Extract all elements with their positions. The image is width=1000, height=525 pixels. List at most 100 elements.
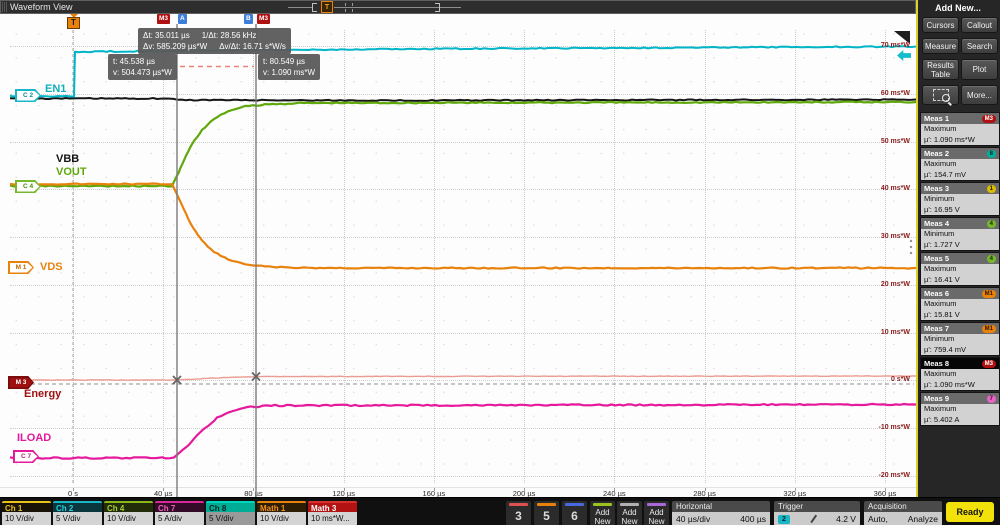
overview-trigger-marker[interactable]: T	[321, 1, 333, 13]
callout-button[interactable]: Callout	[961, 17, 998, 33]
meas-card[interactable]: Meas 8M3Maximumµ': 1.090 ms*W	[920, 357, 1000, 391]
vout-label[interactable]: VOUT	[56, 166, 87, 178]
trigger-settings[interactable]: Trigger 2 4.2 V	[774, 501, 860, 525]
panel-drag-handle[interactable]	[909, 238, 913, 256]
meas-card[interactable]: Meas 7M1Minimumµ': 759.4 mV	[920, 322, 1000, 356]
x-gridline	[344, 30, 345, 483]
meas-card[interactable]: Meas 54Maximumµ': 16.41 V	[920, 252, 1000, 286]
meas-card-body: Maximumµ': 1.090 ms*W	[921, 369, 999, 390]
x-tick-mark	[795, 488, 796, 491]
measure-button[interactable]: Measure	[922, 38, 959, 54]
meas-name: Meas 3	[924, 184, 949, 193]
channel-7-tag[interactable]: C 7	[13, 450, 39, 463]
cursor-a-flag[interactable]: A	[178, 14, 187, 24]
cursor-delta-readout: Δt: 35.011 µs1/Δt: 28.56 kHz Δv: 585.209…	[138, 28, 291, 54]
y-tick-label: 40 ms*W	[856, 185, 910, 192]
ready-status-button[interactable]: Ready	[946, 502, 994, 522]
trigger-source-badge[interactable]: 2	[778, 515, 790, 524]
meas-source-badge: 7	[987, 395, 996, 403]
plot-button[interactable]: Plot	[961, 59, 998, 80]
math-1-tag[interactable]: M 1	[8, 261, 34, 274]
add-new-header: Add New...	[918, 3, 998, 13]
meas-card[interactable]: Meas 28Maximumµ': 154.7 mV	[920, 147, 1000, 181]
y-tick-label: 70 ms*W	[856, 42, 910, 49]
x-gridline	[795, 30, 796, 483]
zoom-area-button[interactable]	[922, 85, 959, 105]
iload-label[interactable]: ILOAD	[17, 432, 51, 444]
meas-card-header: Meas 7M1	[921, 323, 999, 334]
cursor-a-source-flag[interactable]: M3	[157, 14, 170, 24]
overview-right-bracket[interactable]	[435, 3, 440, 12]
meas-value: µ': 15.81 V	[924, 310, 996, 321]
channel-badge-ch4[interactable]: Ch 410 V/div	[104, 501, 153, 525]
trigger-marker[interactable]: T	[67, 17, 80, 29]
channel-4-tag[interactable]: C 4	[15, 180, 41, 193]
channel-name: Ch 4	[104, 501, 153, 512]
waveform-view-titlebar[interactable]: Waveform View T	[0, 0, 916, 14]
meas-card[interactable]: Meas 6M1Maximumµ': 15.81 V	[920, 287, 1000, 321]
meas-card[interactable]: Meas 1M3Maximumµ': 1.090 ms*W	[920, 112, 1000, 146]
meas-function: Maximum	[924, 369, 996, 380]
cursor-b-time: t: 80.549 µs	[263, 56, 315, 67]
en1-label[interactable]: EN1	[45, 83, 66, 95]
overview-line	[334, 7, 461, 8]
results-table-button[interactable]: Results Table	[922, 59, 959, 80]
cursor-b-source-flag[interactable]: M3	[257, 14, 270, 24]
inactive-channel-slot-3[interactable]: 3	[506, 501, 531, 525]
cursor-b-flag[interactable]: B	[244, 14, 253, 24]
inactive-channel-slot-5[interactable]: 5	[534, 501, 559, 525]
cursor-a-value: v: 504.473 µs*W	[113, 67, 172, 78]
delta-v-value: Δv: 585.209 µs*W	[143, 41, 207, 52]
channel-badge-m3[interactable]: Math 310 ms*W...	[308, 501, 357, 525]
cursors-button[interactable]: Cursors	[922, 17, 959, 33]
meas-source-badge: M3	[982, 360, 996, 368]
vbb-label[interactable]: VBB	[56, 153, 79, 165]
y-tick-label: -10 ms*W	[856, 424, 910, 431]
titlebar-grip-icon[interactable]	[2, 2, 7, 12]
overview-cursor-tick	[352, 3, 353, 12]
horizontal-settings[interactable]: Horizontal 40 µs/div 400 µs	[672, 501, 770, 525]
y-tick-label: 30 ms*W	[856, 233, 910, 240]
meas-source-badge: 4	[987, 255, 996, 263]
meas-name: Meas 4	[924, 219, 949, 228]
channel-2-tag[interactable]: C 2	[15, 89, 41, 102]
channel-scale: 10 V/div	[257, 512, 306, 525]
more-button[interactable]: More...	[961, 85, 998, 105]
channel-badge-ch8[interactable]: Ch 85 V/div	[206, 501, 255, 525]
meas-card[interactable]: Meas 44Minimumµ': 1.727 V	[920, 217, 1000, 251]
channel-badge-ch2[interactable]: Ch 25 V/div	[53, 501, 102, 525]
meas-card[interactable]: Meas 97Maximumµ': 5.402 A	[920, 392, 1000, 426]
channel-badge-m1[interactable]: Math 110 V/div	[257, 501, 306, 525]
add-channel-button[interactable]: Add New	[617, 501, 642, 525]
meas-function: Minimum	[924, 229, 996, 240]
add-channel-button[interactable]: Add New	[590, 501, 615, 525]
meas-value: µ': 1.727 V	[924, 240, 996, 251]
energy-label[interactable]: Energy	[24, 388, 61, 400]
channel-badge-ch7[interactable]: Ch 75 A/div	[155, 501, 204, 525]
inactive-channel-slot-6[interactable]: 6	[562, 501, 587, 525]
y-gridline	[10, 285, 916, 286]
channel-badge-ch1[interactable]: Ch 110 V/div	[2, 501, 51, 525]
channel-color-bar	[565, 503, 584, 506]
bottom-settings-bar: Horizontal 40 µs/div 400 µs Trigger 2 4.…	[0, 497, 1000, 525]
cursor-a-time: t: 45.538 µs	[113, 56, 172, 67]
y-gridline	[10, 94, 916, 95]
overview-left-bracket[interactable]	[312, 3, 317, 12]
graticule[interactable]	[0, 14, 916, 487]
x-tick-mark	[73, 488, 74, 491]
meas-card-body: Maximumµ': 154.7 mV	[921, 159, 999, 180]
overview-line	[288, 7, 313, 8]
meas-card[interactable]: Meas 31Minimumµ': 16.95 V	[920, 182, 1000, 216]
x-gridline	[434, 30, 435, 483]
meas-name: Meas 6	[924, 289, 949, 298]
acquisition-settings[interactable]: Acquisition Auto, Analyze	[864, 501, 942, 525]
add-channel-button[interactable]: Add New	[644, 501, 669, 525]
meas-source-badge: M3	[982, 115, 996, 123]
x-gridline	[614, 30, 615, 483]
vds-label[interactable]: VDS	[40, 261, 63, 273]
search-button[interactable]: Search	[961, 38, 998, 54]
meas-card-header: Meas 97	[921, 393, 999, 404]
delta-v-dt-value: Δv/Δt: 16.71 s*W/s	[219, 42, 286, 51]
channel-color-bar	[537, 503, 556, 506]
meas-card-body: Minimumµ': 16.95 V	[921, 194, 999, 215]
